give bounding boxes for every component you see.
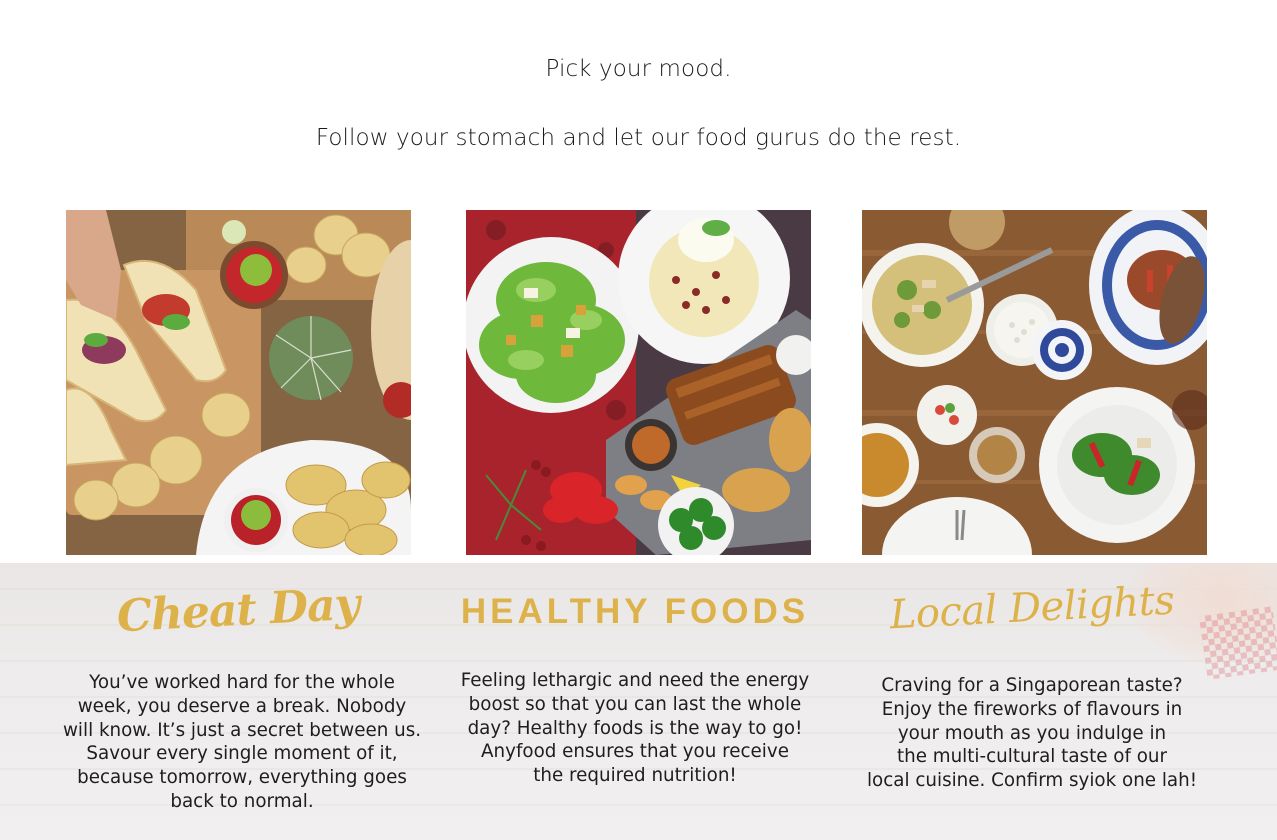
description-line: Enjoy the fireworks of flavours in [881,698,1183,720]
description-line: You’ve worked hard for the whole [89,672,395,693]
description-line: your mouth as you indulge in [897,722,1167,744]
cheat-day-description: You’ve worked hard for the whole week, y… [62,671,422,814]
local-delights-image[interactable] [862,210,1207,555]
singaporean-dishes-illustration [862,210,1207,555]
description-line: the multi-cultural taste of our [896,746,1168,768]
description-line: will know. It’s just a secret between us… [62,719,422,741]
description-line: Feeling lethargic and need the energy [460,670,810,691]
intro-line-2: Follow your stomach and let our food gur… [315,125,962,151]
description-line: the required nutrition! [533,765,737,787]
healthy-foods-description: Feeling lethargic and need the energy bo… [455,669,815,788]
description-line: back to normal. [170,790,314,812]
healthy-foods-title: HEALTHY FOODS [460,592,810,631]
intro-heading: Pick your mood. Follow your stomach and … [0,0,1277,200]
description-line: boost so that you can last the whole [468,693,802,715]
salad-ribs-illustration [466,210,811,555]
intro-line-1: Pick your mood. [545,56,732,82]
cheat-day-image[interactable] [66,210,411,555]
description-line: Savour every single moment of it, [86,743,398,765]
description-line: week, you deserve a break. Nobody [77,695,407,717]
description-line: local cuisine. Confirm syiok one lah! [866,770,1198,792]
description-line: day? Healthy foods is the way to go! [467,717,803,739]
description-line: because tomorrow, everything goes [77,767,407,789]
description-line: Craving for a Singaporean taste? [881,675,1183,696]
tacos-nachos-illustration [66,210,411,555]
healthy-foods-image[interactable] [466,210,811,555]
description-line: Anyfood ensures that you receive [481,741,789,763]
local-delights-description: Craving for a Singaporean taste? Enjoy t… [852,674,1212,793]
